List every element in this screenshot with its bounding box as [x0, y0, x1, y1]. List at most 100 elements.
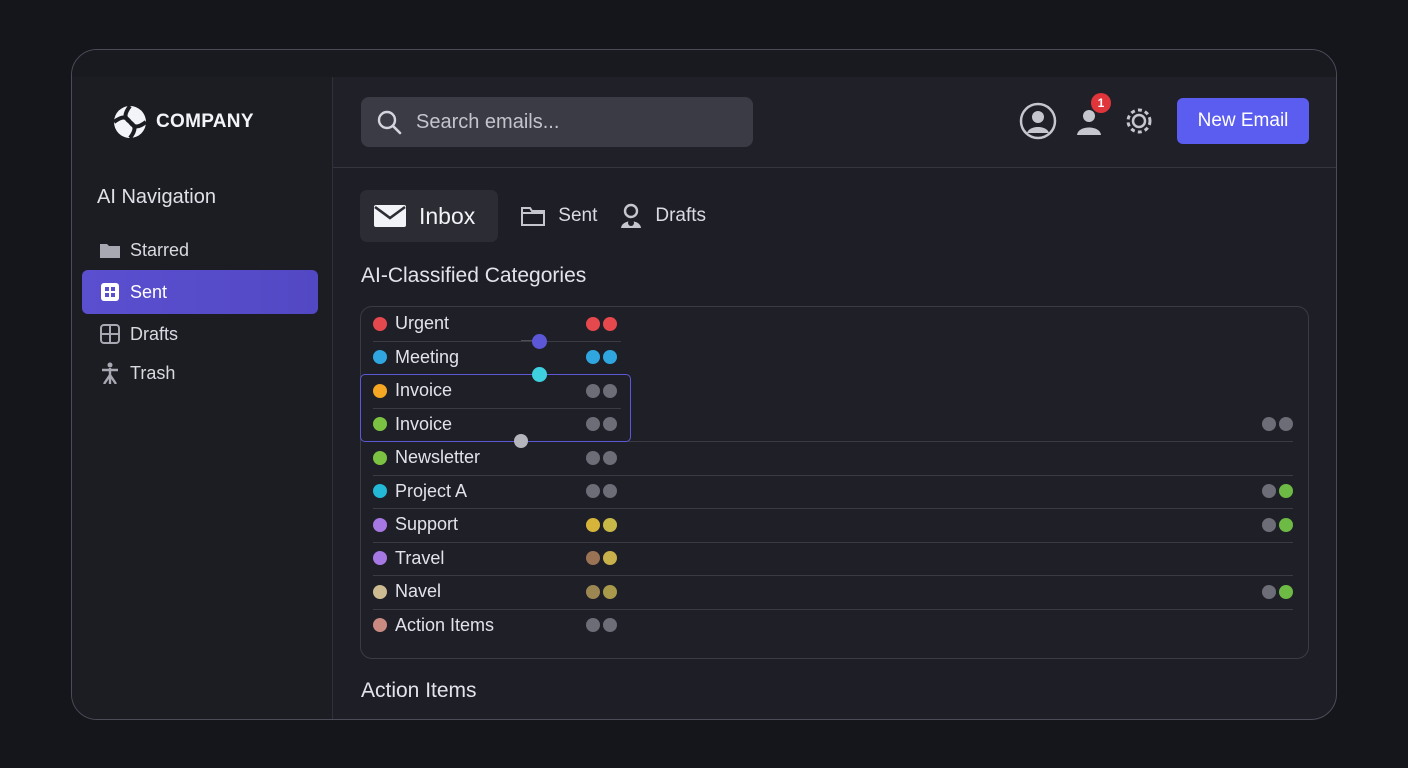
category-label: Meeting	[395, 346, 460, 367]
sidebar: COMPANY AI Navigation Starred Sent Draft	[72, 77, 333, 719]
row-divider	[373, 474, 1293, 476]
link-node[interactable]	[532, 367, 547, 382]
nav-heading: AI Navigation	[97, 186, 216, 208]
category-color-dot	[373, 584, 387, 599]
indicator-dot	[603, 618, 617, 632]
category-color-dot	[373, 618, 387, 632]
category-indicator-pair	[586, 350, 620, 364]
top-bar: 1 New Email	[333, 77, 1336, 168]
search-box[interactable]	[361, 97, 753, 147]
app-window: COMPANY AI Navigation Starred Sent Draft	[71, 49, 1337, 720]
category-color-dot	[373, 484, 387, 498]
category-row[interactable]: Meeting	[373, 340, 1293, 374]
category-label: Newsletter	[395, 447, 481, 467]
indicator-dot	[1262, 584, 1276, 599]
indicator-dot	[1279, 517, 1293, 532]
indicator-dot	[586, 350, 600, 364]
indicator-dot	[586, 316, 600, 331]
row-divider	[373, 541, 1293, 543]
account-icon[interactable]	[1018, 101, 1058, 141]
indicator-dot	[603, 584, 617, 599]
tab-label: Inbox	[419, 202, 476, 229]
indicator-dot	[603, 517, 617, 532]
sidebar-item-label: Starred	[130, 239, 190, 260]
category-row[interactable]: Navel	[373, 575, 1293, 608]
category-label: Travel	[395, 547, 445, 568]
category-indicator-pair	[586, 316, 620, 331]
category-color-dot	[373, 450, 387, 465]
categories-title: AI-Classified Categories	[361, 264, 587, 287]
sidebar-item-sent[interactable]: Sent	[82, 270, 318, 314]
indicator-dot	[586, 517, 600, 532]
category-label: Navel	[395, 581, 442, 601]
row-divider	[373, 608, 1293, 610]
tab-label: Sent	[558, 205, 598, 226]
company-name: COMPANY	[156, 111, 254, 132]
gear-icon[interactable]	[1119, 101, 1159, 141]
category-indicator-pair	[586, 584, 620, 599]
search-icon	[377, 110, 402, 135]
categories-panel: Urgent Meeting Invoice Invoice Newsletter Pro…	[360, 306, 1309, 659]
category-indicator-pair	[586, 450, 620, 465]
category-right-indicator-pair	[1262, 517, 1296, 532]
company-logo[interactable]: COMPANY	[112, 104, 254, 140]
nav-list: Starred Sent Drafts Trash	[82, 230, 318, 392]
category-right-indicator-pair	[1262, 584, 1296, 599]
indicator-dot	[603, 350, 617, 364]
sidebar-item-drafts[interactable]: Drafts	[82, 314, 318, 354]
category-row[interactable]: Travel	[373, 541, 1293, 575]
logo-icon	[112, 104, 148, 140]
sidebar-item-starred[interactable]: Starred	[82, 230, 318, 270]
sidebar-item-label: Trash	[130, 362, 176, 383]
notifications-icon[interactable]: 1	[1069, 93, 1111, 141]
sidebar-item-trash[interactable]: Trash	[82, 354, 318, 392]
indicator-dot	[603, 316, 617, 331]
indicator-dot	[1279, 584, 1293, 599]
indicator-dot	[586, 584, 600, 599]
indicator-dot	[603, 484, 617, 498]
notification-badge: 1	[1091, 93, 1111, 113]
category-row[interactable]: Project A	[373, 474, 1296, 508]
category-color-dot	[373, 350, 387, 364]
grid-icon	[99, 323, 121, 345]
tab-sent[interactable]: Sent	[520, 190, 597, 242]
tab-inbox[interactable]: Inbox	[360, 190, 499, 242]
row-divider	[373, 575, 1293, 576]
category-indicator-pair	[586, 484, 620, 498]
grid-icon	[99, 281, 121, 303]
action-items-title: Action Items	[361, 679, 477, 702]
category-row[interactable]: Action Items	[373, 608, 1293, 642]
category-label: Support	[395, 514, 459, 534]
category-color-dot	[373, 517, 387, 532]
indicator-dot	[586, 551, 600, 565]
sidebar-item-label: Sent	[130, 281, 168, 302]
indicator-dot	[603, 551, 617, 565]
category-indicator-pair	[586, 618, 620, 632]
mail-icon	[373, 204, 407, 228]
category-row[interactable]: Urgent	[373, 307, 1293, 340]
tab-drafts[interactable]: Drafts	[619, 190, 706, 242]
category-label: Urgent	[395, 313, 450, 333]
category-indicator-pair	[586, 517, 620, 532]
category-row[interactable]: Support	[373, 508, 1293, 541]
indicator-dot	[1262, 484, 1276, 498]
search-input[interactable]	[416, 110, 716, 134]
category-right-indicator-pair	[1262, 417, 1296, 431]
tab-label: Drafts	[655, 205, 707, 226]
new-email-button[interactable]: New Email	[1177, 98, 1309, 144]
indicator-dot	[603, 450, 617, 465]
user-icon	[619, 203, 643, 229]
indicator-dot	[1262, 517, 1276, 532]
link-node[interactable]	[514, 434, 528, 448]
folder-icon	[99, 239, 121, 261]
category-indicator-pair	[586, 551, 620, 565]
category-row[interactable]: Newsletter	[373, 441, 1293, 474]
row-divider	[373, 508, 1293, 509]
indicator-dot	[586, 618, 600, 632]
indicator-dot	[1262, 417, 1276, 431]
category-color-dot	[373, 316, 387, 331]
category-right-indicator-pair	[1262, 484, 1296, 498]
indicator-dot	[586, 484, 600, 498]
selection-box[interactable]	[360, 374, 631, 442]
link-node[interactable]	[532, 334, 547, 349]
